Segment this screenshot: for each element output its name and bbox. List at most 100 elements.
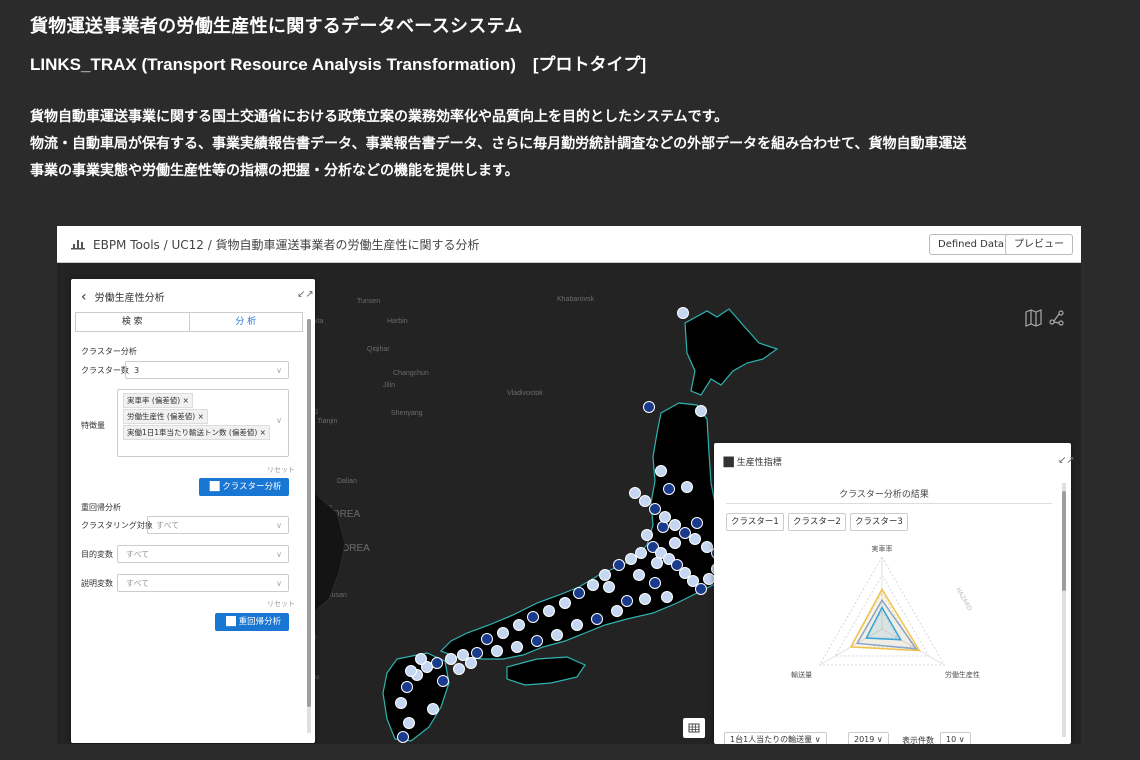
explanatory-select[interactable]: すべて ∨ [117,574,289,592]
preview-button[interactable]: プレビュー [1005,234,1073,255]
regression-analysis-button[interactable]: ▐█ 重回帰分析 [215,613,289,631]
location-point[interactable] [691,517,703,529]
location-point[interactable] [403,717,415,729]
location-point[interactable] [481,633,493,645]
location-point[interactable] [611,605,623,617]
location-point[interactable] [437,675,449,687]
location-point[interactable] [679,527,691,539]
location-point[interactable] [663,483,675,495]
feature-tag-label: 実車率 (偏差値) [127,396,181,405]
location-point[interactable] [681,481,693,493]
year-select[interactable]: 2019 ∨ [848,732,889,744]
location-point[interactable] [531,635,543,647]
location-point[interactable] [669,519,681,531]
location-point[interactable] [659,511,671,523]
location-point[interactable] [397,731,409,743]
location-point[interactable] [695,583,707,595]
location-point[interactable] [559,597,571,609]
divider [726,503,1052,504]
location-point[interactable] [701,541,713,553]
cluster-3-button[interactable]: クラスター3 [850,513,908,531]
location-point[interactable] [587,579,599,591]
location-point[interactable] [625,553,637,565]
location-point[interactable] [491,645,503,657]
clustering-target-select[interactable]: すべて ∨ [147,516,289,534]
location-point[interactable] [415,653,427,665]
objective-select[interactable]: すべて ∨ [117,545,289,563]
location-point[interactable] [471,647,483,659]
clustering-target-value: すべて [156,521,180,530]
location-point[interactable] [657,521,669,533]
collapse-icon[interactable]: ↙↗ [297,289,314,300]
features-label: 特徴量 [81,421,105,430]
feature-tag[interactable]: 実働1日1車当たり輸送トン数 (偏差値) × [123,425,270,440]
location-point[interactable] [453,663,465,675]
panel-scroll-thumb[interactable] [1062,491,1066,591]
cluster-analysis-button[interactable]: ▐█ クラスター分析 [199,478,289,496]
map-label: Qiqihar [367,346,390,353]
objective-value: すべて [126,550,150,559]
location-point[interactable] [649,503,661,515]
shikoku-landmass [506,656,586,686]
display-count-select[interactable]: 10 ∨ [940,732,971,744]
location-point[interactable] [651,557,663,569]
location-point[interactable] [571,619,583,631]
location-point[interactable] [633,569,645,581]
collapse-icon[interactable]: ↙↗ [1058,455,1075,466]
location-point[interactable] [635,547,647,559]
cluster-1-button[interactable]: クラスター1 [726,513,784,531]
cluster-count-select[interactable]: 3 ∨ [125,361,289,379]
tab-search[interactable]: 検 索 [76,313,189,331]
feature-tag[interactable]: 実車率 (偏差値) × [123,393,193,408]
location-point[interactable] [621,595,633,607]
map-label: Tianjin [317,418,337,425]
table-toggle-button[interactable] [683,718,705,738]
features-multiselect[interactable]: 実車率 (偏差値) × 労働生産性 (偏差値) × 実働1日1車当たり輸送トン数… [117,389,289,457]
cluster-2-button[interactable]: クラスター2 [788,513,846,531]
location-point[interactable] [689,533,701,545]
location-point[interactable] [573,587,585,599]
tab-analysis[interactable]: 分 析 [188,313,303,331]
feature-tag[interactable]: 労働生産性 (偏差値) × [123,409,208,424]
location-point[interactable] [695,405,707,417]
location-point[interactable] [629,487,641,499]
location-point[interactable] [401,681,413,693]
location-point[interactable] [661,591,673,603]
location-point[interactable] [677,307,689,319]
location-point[interactable] [527,611,539,623]
metric-select[interactable]: 1台1人当たりの輸送量 ∨ [724,732,827,744]
panel-scroll-thumb[interactable] [307,319,311,707]
defined-data-button[interactable]: Defined Data [929,234,1014,255]
location-point[interactable] [405,665,417,677]
location-point[interactable] [465,657,477,669]
reset-link[interactable]: リセット [267,465,295,475]
location-point[interactable] [639,495,651,507]
location-point[interactable] [513,619,525,631]
reset-link[interactable]: リセット [267,599,295,609]
location-point[interactable] [643,401,655,413]
panel-title: 労働生産性分析 [94,293,165,304]
location-point[interactable] [613,559,625,571]
location-point[interactable] [445,653,457,665]
location-point[interactable] [395,697,407,709]
location-point[interactable] [649,577,661,589]
back-chevron-icon[interactable]: ‹ [81,289,87,305]
location-point[interactable] [511,641,523,653]
location-point[interactable] [603,581,615,593]
location-point[interactable] [703,573,715,585]
location-point[interactable] [427,703,439,715]
location-point[interactable] [591,613,603,625]
location-point[interactable] [431,657,443,669]
location-point[interactable] [669,537,681,549]
location-point[interactable] [599,569,611,581]
location-point[interactable] [639,593,651,605]
location-point[interactable] [543,605,555,617]
page-title: 貨物運送事業者の労働生産性に関するデータベースシステム [30,16,523,37]
description-line: 事業の事業実態や労働生産性等の指標の把握・分析などの機能を提供します。 [30,163,519,179]
location-point[interactable] [551,629,563,641]
location-point[interactable] [497,627,509,639]
display-count-value: 10 [946,735,957,744]
map-layer-icon[interactable] [1025,309,1065,327]
location-point[interactable] [641,529,653,541]
location-point[interactable] [655,465,667,477]
